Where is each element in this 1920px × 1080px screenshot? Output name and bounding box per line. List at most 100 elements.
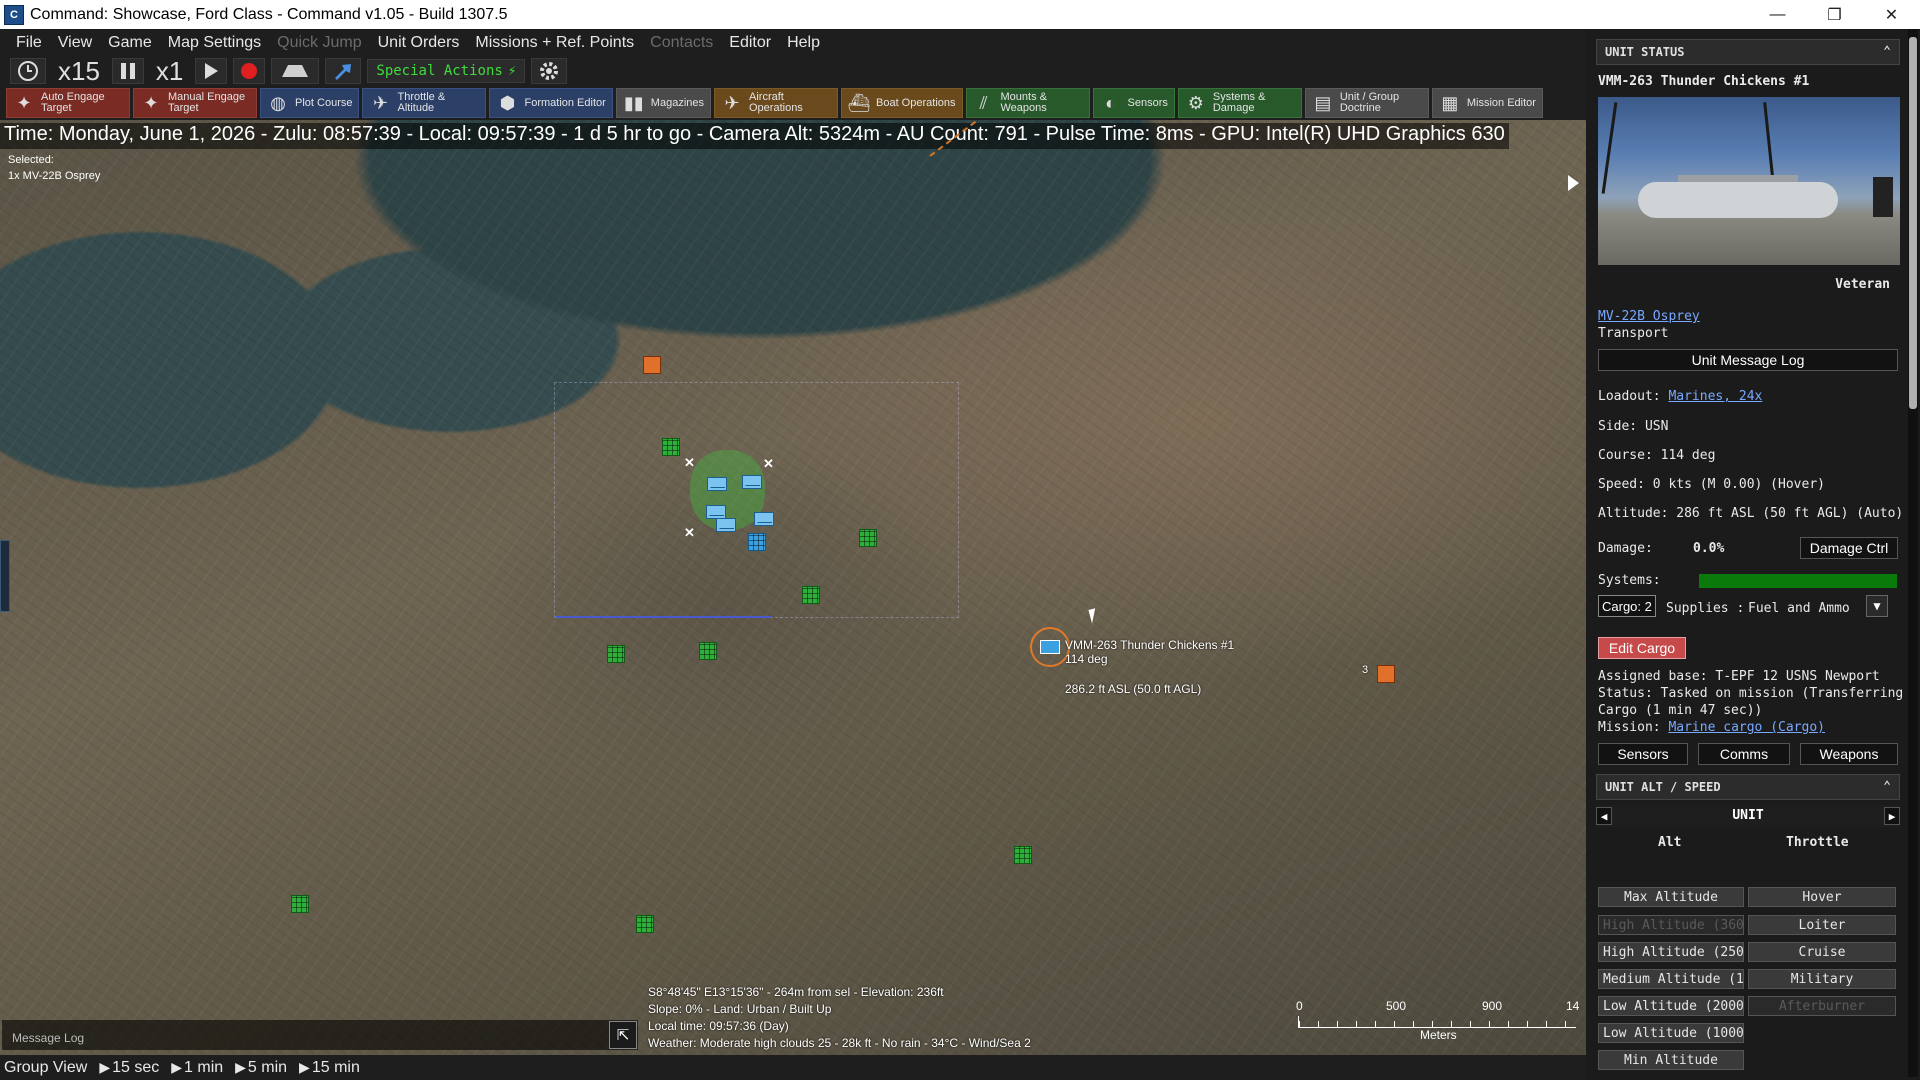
facility-icon[interactable] bbox=[636, 915, 654, 933]
special-actions-button[interactable]: Special Actions ⚡ bbox=[367, 59, 526, 83]
play-button[interactable] bbox=[195, 58, 228, 84]
loadout-link[interactable]: Marines, 24x bbox=[1668, 389, 1762, 404]
mission-editor-button[interactable]: ▦ Mission Editor bbox=[1431, 88, 1543, 118]
reference-point-icon[interactable]: ✕ bbox=[684, 455, 695, 471]
facility-icon[interactable] bbox=[291, 895, 309, 913]
friendly-unit-icon[interactable] bbox=[706, 505, 726, 519]
tactical-map[interactable]: Time: Monday, June 1, 2026 - Zulu: 08:57… bbox=[0, 120, 1586, 1055]
facility-icon[interactable] bbox=[607, 645, 625, 663]
sensors-button[interactable]: ◐ Sensors bbox=[1092, 88, 1175, 118]
speed-value[interactable]: x1 bbox=[150, 56, 189, 86]
manual-engage-button[interactable]: ✦ Manual Engage Target bbox=[133, 88, 257, 118]
pause-button[interactable] bbox=[111, 58, 144, 84]
alt-speed-header[interactable]: UNIT ALT / SPEED ⌃ bbox=[1596, 774, 1900, 800]
clock-icon[interactable] bbox=[10, 58, 46, 84]
max-altitude-button[interactable]: Max Altitude bbox=[1598, 887, 1744, 907]
menu-game[interactable]: Game bbox=[100, 34, 160, 52]
unit-name: VMM-263 Thunder Chickens #1 bbox=[1598, 74, 1810, 89]
edit-cargo-button[interactable]: Edit Cargo bbox=[1598, 637, 1686, 659]
auto-engage-button[interactable]: ✦ Auto Engage Target bbox=[6, 88, 130, 118]
magazines-button[interactable]: ▮▮ Magazines bbox=[615, 88, 711, 118]
systems-damage-button[interactable]: ⚙ Systems & Damage bbox=[1177, 88, 1302, 118]
unit-status-header[interactable]: UNIT STATUS ⌃ bbox=[1596, 39, 1900, 65]
group-icon[interactable] bbox=[271, 58, 320, 84]
reference-point-icon[interactable]: ✕ bbox=[684, 525, 695, 541]
menu-contacts[interactable]: Contacts bbox=[642, 34, 721, 52]
collapse-icon[interactable]: ⌃ bbox=[1883, 779, 1891, 794]
time-compression[interactable]: x15 bbox=[52, 56, 106, 86]
afterburner-button[interactable]: Afterburner bbox=[1748, 996, 1896, 1016]
comms-button[interactable]: Comms bbox=[1698, 743, 1790, 765]
weapons-button[interactable]: Weapons bbox=[1800, 743, 1898, 765]
expand-map-icon[interactable]: ⇱ bbox=[609, 1021, 637, 1049]
unit-message-log-button[interactable]: Unit Message Log bbox=[1598, 349, 1898, 371]
step-15-min-button[interactable]: ▶ 15 min bbox=[299, 1059, 360, 1077]
menu-map-settings[interactable]: Map Settings bbox=[160, 34, 269, 52]
cruise-button[interactable]: Cruise bbox=[1748, 942, 1896, 962]
course-icon[interactable] bbox=[325, 58, 362, 84]
boat-icon: ⛴ bbox=[847, 92, 871, 113]
boat-operations-button[interactable]: ⛴ Boat Operations bbox=[841, 88, 963, 118]
formation-editor-button[interactable]: ⬢ Formation Editor bbox=[489, 88, 613, 118]
menu-help[interactable]: Help bbox=[779, 34, 828, 52]
high-altitude-3600-button[interactable]: High Altitude (3600 bbox=[1598, 915, 1744, 935]
time-controls: x15 x1 Special Actions ⚡ bbox=[0, 56, 1586, 86]
menu-view[interactable]: View bbox=[50, 34, 100, 52]
step-1-min-button[interactable]: ▶ 1 min bbox=[171, 1059, 223, 1077]
medium-altitude-button[interactable]: Medium Altitude (12 bbox=[1598, 969, 1744, 989]
menu-unit-orders[interactable]: Unit Orders bbox=[370, 34, 468, 52]
loiter-button[interactable]: Loiter bbox=[1748, 915, 1896, 935]
plot-course-button[interactable]: ◍ Plot Course bbox=[260, 88, 360, 118]
side-panel-handle[interactable] bbox=[0, 540, 10, 612]
group-view-button[interactable]: Group View bbox=[4, 1059, 87, 1077]
throttle-altitude-button[interactable]: ✈ Throttle & Altitude bbox=[362, 88, 487, 118]
reference-point-icon[interactable]: ✕ bbox=[763, 456, 774, 472]
cargo-field[interactable]: Cargo: 2 bbox=[1598, 595, 1656, 617]
military-button[interactable]: Military bbox=[1748, 969, 1896, 989]
friendly-unit-icon[interactable] bbox=[754, 512, 774, 526]
chevron-down-icon[interactable]: ▼ bbox=[1866, 595, 1888, 617]
step-15-sec-button[interactable]: ▶ 15 sec bbox=[99, 1059, 159, 1077]
sensors-button[interactable]: Sensors bbox=[1598, 743, 1688, 765]
doctrine-button[interactable]: ▤ Unit / Group Doctrine bbox=[1304, 88, 1429, 118]
friendly-unit-icon[interactable] bbox=[716, 518, 736, 532]
facility-icon[interactable] bbox=[1014, 846, 1032, 864]
hover-button[interactable]: Hover bbox=[1748, 887, 1896, 907]
low-altitude-1000-button[interactable]: Low Altitude (1000 bbox=[1598, 1023, 1744, 1043]
menu-missions[interactable]: Missions + Ref. Points bbox=[467, 34, 642, 52]
menu-file[interactable]: File bbox=[8, 34, 50, 52]
unit-class-link[interactable]: MV-22B Osprey bbox=[1598, 309, 1700, 324]
close-button[interactable]: ✕ bbox=[1863, 0, 1920, 29]
damage-ctrl-button[interactable]: Damage Ctrl bbox=[1800, 537, 1898, 559]
menu-quick-jump[interactable]: Quick Jump bbox=[269, 34, 369, 52]
airfield-facility-icon[interactable] bbox=[643, 356, 661, 374]
panel-toggle-arrow-icon[interactable] bbox=[1560, 170, 1586, 196]
min-altitude-button[interactable]: Min Altitude bbox=[1598, 1050, 1744, 1070]
record-button[interactable] bbox=[233, 58, 266, 84]
low-altitude-2000-button[interactable]: Low Altitude (2000 bbox=[1598, 996, 1744, 1016]
supplies-value[interactable]: Fuel and Ammo bbox=[1748, 601, 1850, 616]
facility-icon[interactable] bbox=[699, 642, 717, 660]
collapse-icon[interactable]: ⌃ bbox=[1883, 44, 1891, 59]
facility-icon[interactable] bbox=[662, 438, 680, 456]
settings-gear-icon[interactable] bbox=[531, 58, 568, 84]
step-5-min-button[interactable]: ▶ 5 min bbox=[235, 1059, 287, 1077]
mounts-weapons-button[interactable]: ⫽ Mounts & Weapons bbox=[965, 88, 1090, 118]
friendly-unit-icon[interactable] bbox=[742, 475, 762, 489]
facility-icon[interactable] bbox=[859, 529, 877, 547]
aircraft-operations-button[interactable]: ✈ Aircraft Operations bbox=[714, 88, 838, 118]
panel-scrollbar[interactable] bbox=[1908, 29, 1918, 1077]
menu-editor[interactable]: Editor bbox=[721, 34, 779, 52]
friendly-unit-icon[interactable] bbox=[707, 477, 727, 491]
scrollbar-thumb[interactable] bbox=[1909, 37, 1917, 409]
next-unit-icon[interactable]: ▶ bbox=[1884, 807, 1900, 825]
facility-icon[interactable] bbox=[748, 533, 766, 551]
mission-link[interactable]: Marine cargo (Cargo) bbox=[1668, 720, 1825, 735]
contact-icon[interactable] bbox=[1377, 665, 1395, 683]
selected-unit-marker[interactable] bbox=[1030, 627, 1070, 667]
facility-icon[interactable] bbox=[802, 586, 820, 604]
minimize-button[interactable]: — bbox=[1749, 0, 1806, 29]
message-log-bar[interactable]: Message Log bbox=[2, 1020, 638, 1050]
high-altitude-2500-button[interactable]: High Altitude (2500 bbox=[1598, 942, 1744, 962]
restore-button[interactable]: ❐ bbox=[1806, 0, 1863, 29]
